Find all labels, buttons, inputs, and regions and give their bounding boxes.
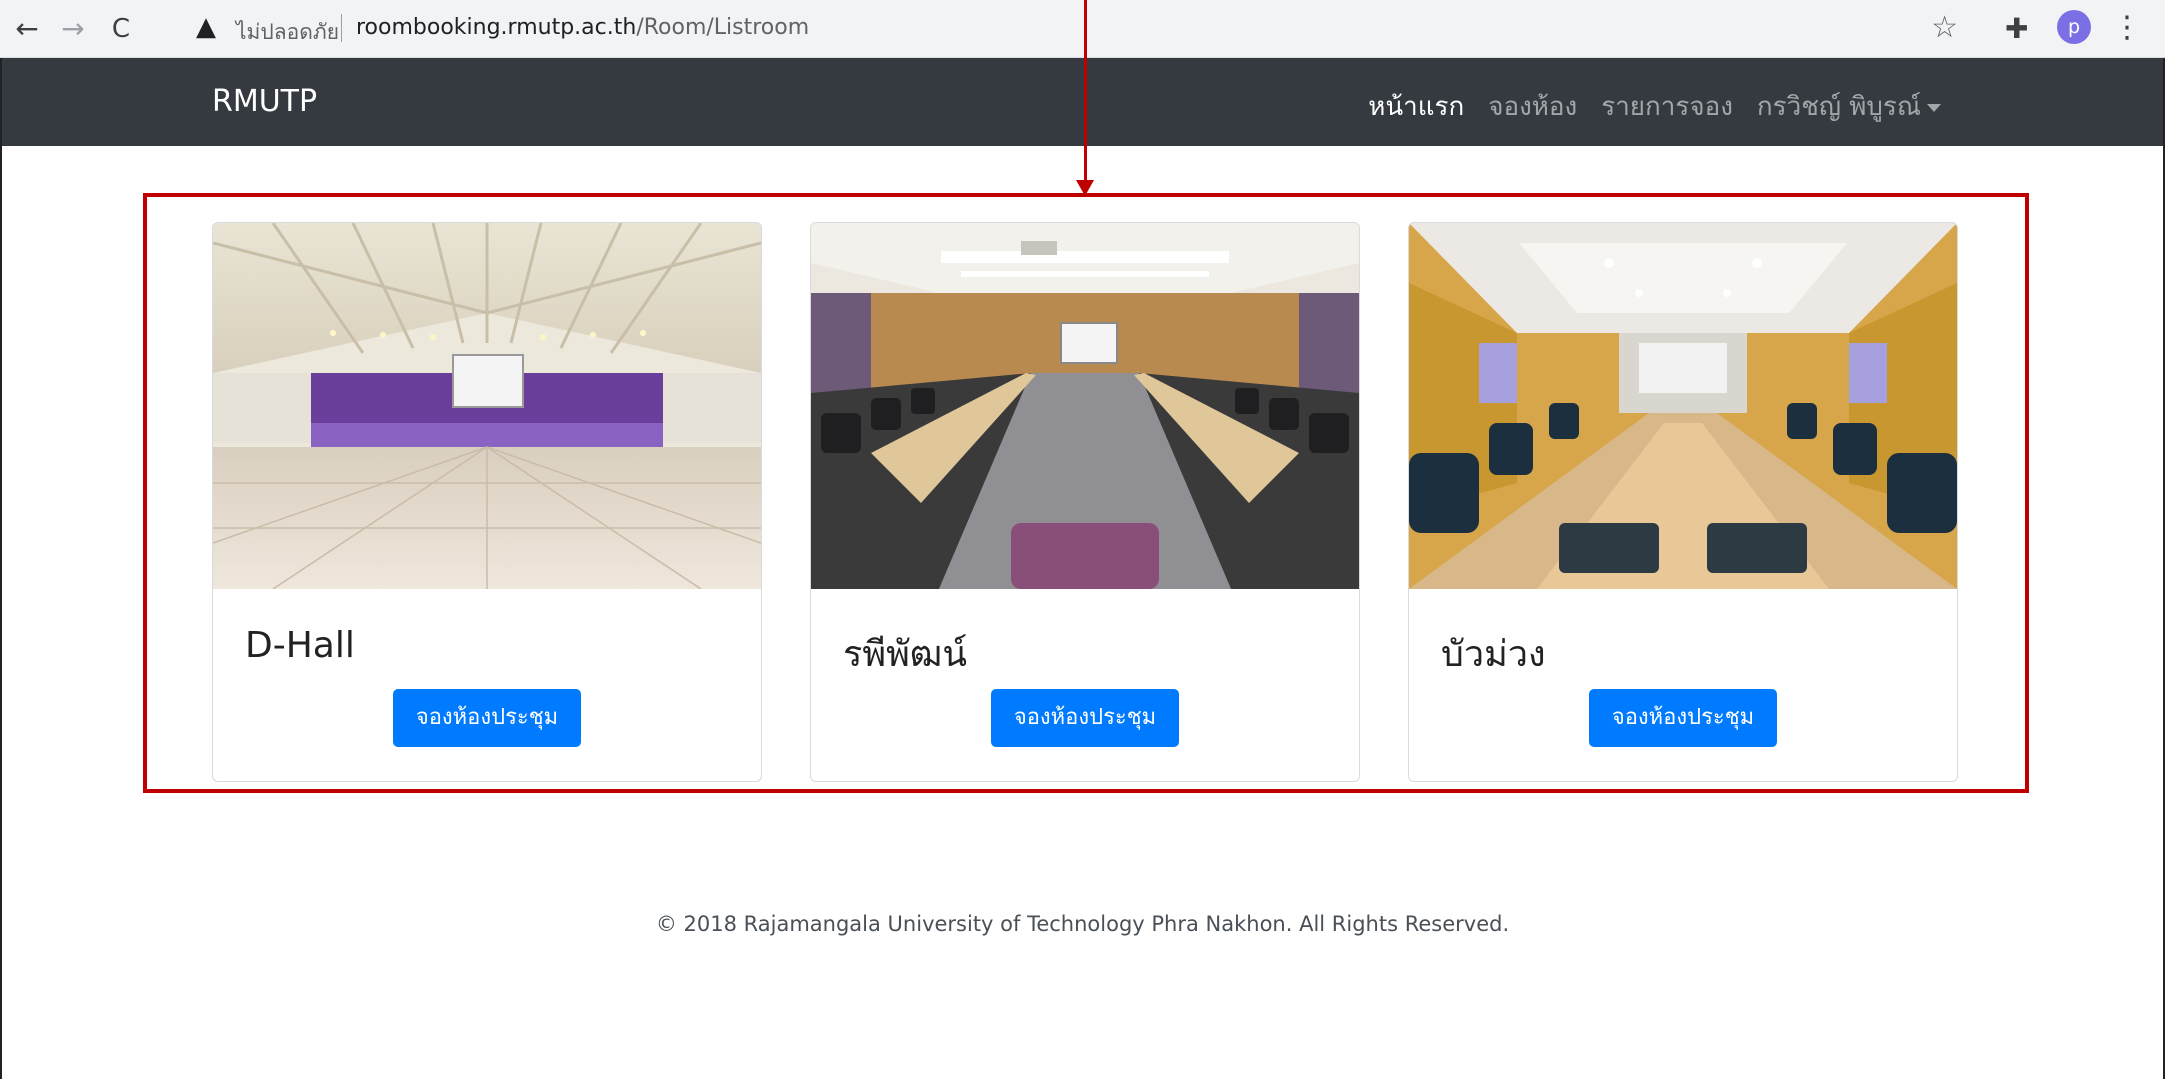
room-name: D-Hall <box>245 625 355 666</box>
address-bar[interactable]: ▲ ไม่ปลอดภัย roombooking.rmutp.ac.th/Roo… <box>178 6 1978 50</box>
browser-toolbar: ← → C ▲ ไม่ปลอดภัย roombooking.rmutp.ac.… <box>0 0 2165 58</box>
nav-links: หน้าแรก จองห้อง รายการจอง กรวิชญ์ พิบูรณ… <box>1368 86 1941 127</box>
book-room-button[interactable]: จองห้องประชุม <box>991 689 1179 747</box>
reload-icon[interactable]: C <box>106 14 136 44</box>
footer-copyright: © 2018 Rajamangala University of Technol… <box>655 912 1510 936</box>
room-card: รพีพัฒน์ จองห้องประชุม <box>810 222 1360 782</box>
warning-icon[interactable]: ▲ <box>196 12 216 42</box>
room-name: บัวม่วง <box>1441 634 1546 675</box>
url-text[interactable]: roombooking.rmutp.ac.th/Room/Listroom <box>356 15 809 40</box>
site-navbar: RMUTP หน้าแรก จองห้อง รายการจอง กรวิชญ์ … <box>0 58 2165 146</box>
room-card: บัวม่วง จองห้องประชุม <box>1408 222 1958 782</box>
book-room-button[interactable]: จองห้องประชุม <box>393 689 581 747</box>
annotation-arrow-line <box>1084 0 1087 186</box>
forward-icon[interactable]: → <box>58 14 88 44</box>
room-photo-conference <box>811 223 1359 589</box>
brand-logo-text[interactable]: RMUTP <box>212 84 317 119</box>
room-photo-boardroom <box>1409 223 1957 589</box>
user-name[interactable]: กรวิชญ์ พิบูรณ์ <box>1757 92 1921 122</box>
profile-avatar[interactable]: p <box>2057 10 2091 44</box>
book-room-button[interactable]: จองห้องประชุม <box>1589 689 1777 747</box>
extensions-icon[interactable]: ✚ <box>2005 12 2028 45</box>
security-warning[interactable]: ไม่ปลอดภัย <box>236 16 339 49</box>
room-photo-hall <box>213 223 761 589</box>
room-name: รพีพัฒน์ <box>843 634 967 675</box>
caret-down-icon[interactable] <box>1927 103 1941 112</box>
browser-menu-icon[interactable]: ⋮ <box>2112 10 2142 45</box>
url-domain[interactable]: roombooking.rmutp.ac.th <box>356 15 636 40</box>
nav-book-room[interactable]: จองห้อง <box>1488 86 1577 127</box>
nav-booking-list[interactable]: รายการจอง <box>1601 86 1733 127</box>
url-path[interactable]: /Room/Listroom <box>636 15 809 40</box>
nav-user-dropdown[interactable]: กรวิชญ์ พิบูรณ์ <box>1757 86 1941 127</box>
room-card: D-Hall จองห้องประชุม <box>212 222 762 782</box>
nav-home[interactable]: หน้าแรก <box>1368 86 1464 127</box>
back-icon[interactable]: ← <box>12 14 42 44</box>
divider <box>341 14 342 42</box>
bookmark-star-icon[interactable]: ☆ <box>1931 10 1958 45</box>
annotation-arrow-head <box>1076 180 1094 196</box>
